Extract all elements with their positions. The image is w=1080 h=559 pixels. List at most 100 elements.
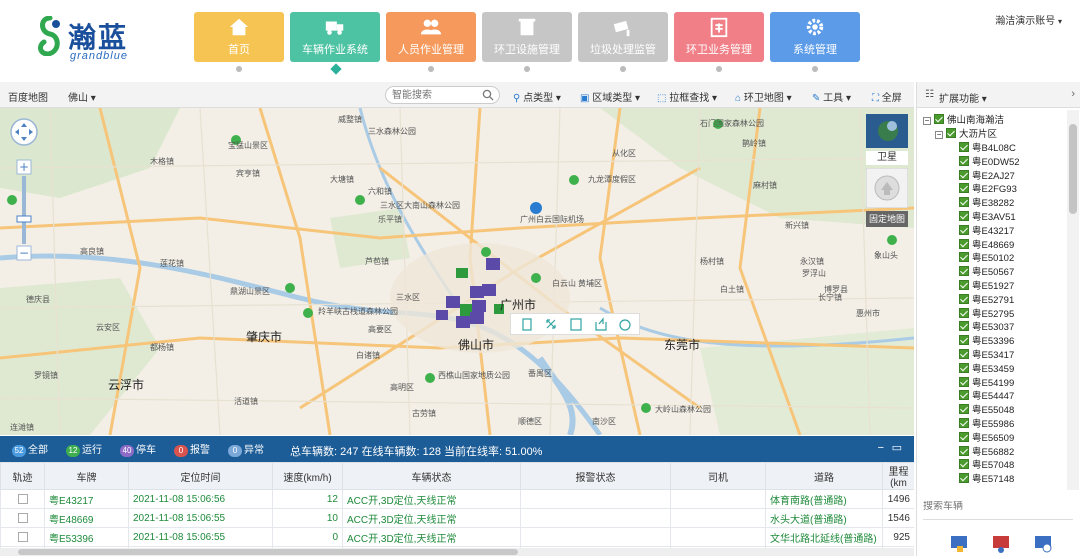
tree-vehicle-item[interactable]: 粤E52795: [959, 306, 1014, 320]
tree-vehicle-item[interactable]: 粤E53417: [959, 347, 1014, 361]
collapse-toggle-icon[interactable]: −: [923, 117, 931, 125]
env-map-menu[interactable]: ⌂ 环卫地图 ▾: [735, 89, 792, 104]
tree-vehicle-item[interactable]: 粤E2AJ27: [959, 168, 1015, 182]
account-menu[interactable]: 瀚洁演示账号 ▾: [995, 12, 1062, 27]
tree-vehicle-item[interactable]: 粤E50567: [959, 264, 1014, 278]
tree-checkbox[interactable]: [959, 362, 969, 373]
table-row[interactable]: 粤E48669 2021-11-08 15:06:55 10 ACC开,3D定位,天线…: [0, 508, 914, 528]
tree-checkbox[interactable]: [959, 404, 969, 415]
pan-control[interactable]: [10, 118, 38, 146]
table-header[interactable]: 报警状态: [520, 462, 671, 490]
grandblue-logo[interactable]: 瀚蓝 grandblue: [36, 14, 146, 64]
truck-alert-icon[interactable]: [1035, 536, 1052, 553]
tree-vehicle-item[interactable]: 粤E43217: [959, 223, 1014, 237]
tree-checkbox[interactable]: [959, 335, 969, 346]
satellite-toggle[interactable]: 卫星: [866, 114, 908, 165]
tree-scrollbar[interactable]: [1067, 110, 1079, 490]
tree-vehicle-item[interactable]: 粤E53459: [959, 361, 1014, 375]
tree-vehicle-item[interactable]: 粤B4L08C: [959, 140, 1016, 154]
table-header[interactable]: 轨迹: [0, 462, 45, 490]
tree-vehicle-item[interactable]: 粤E50102: [959, 250, 1014, 264]
tree-vehicle-item[interactable]: 粤E54199: [959, 375, 1014, 389]
box-search-menu[interactable]: ⬚ 拉框查找 ▾: [657, 89, 717, 104]
tree-vehicle-item[interactable]: 粤E57048: [959, 457, 1014, 471]
fixed-map-toggle[interactable]: 固定地图: [865, 167, 909, 227]
tree-checkbox[interactable]: [959, 169, 969, 180]
tree-checkbox[interactable]: [959, 445, 969, 456]
tree-checkbox[interactable]: [959, 238, 969, 249]
tree-checkbox[interactable]: [959, 142, 969, 152]
map-search-input[interactable]: [392, 87, 482, 103]
table-header[interactable]: 道路: [765, 462, 883, 490]
share-icon[interactable]: [595, 317, 607, 331]
status-tab-4[interactable]: 0 报警: [174, 441, 210, 457]
nav-item-1[interactable]: 首页: [194, 12, 284, 62]
vehicle-search-input[interactable]: [923, 501, 1053, 512]
region-select[interactable]: 佛山 ▾: [68, 89, 96, 104]
tree-checkbox[interactable]: [959, 197, 969, 208]
zoom-slider[interactable]: [16, 215, 32, 223]
document-icon[interactable]: [570, 318, 582, 331]
tree-vehicle-item[interactable]: 粤E48669: [959, 237, 1014, 251]
tree-vehicle-item[interactable]: 粤E2FG93: [959, 181, 1017, 195]
expand-icon[interactable]: [546, 319, 556, 329]
tree-checkbox[interactable]: [959, 321, 969, 332]
table-row[interactable]: 粤E53396 2021-11-08 15:06:55 0 ACC开,3D定位,天线正…: [0, 527, 914, 547]
status-tab-5[interactable]: 0 异常: [228, 441, 264, 457]
collapse-toggle-icon[interactable]: −: [935, 131, 943, 139]
red-truck-icon[interactable]: [993, 536, 1009, 553]
area-type-menu[interactable]: ▣ 区域类型 ▾: [580, 89, 640, 104]
tree-vehicle-item[interactable]: 粤E54447: [959, 388, 1014, 402]
tree-checkbox[interactable]: [959, 266, 969, 277]
map-canvas[interactable]: 威整镇 三水森林公园 宝猛山景区 木格镇 宾亨镇 大塘镇 六和镇 三水区大南山森林公园 乐平镇广…: [0, 108, 914, 435]
maximize-icon[interactable]: ▭: [892, 441, 902, 454]
nav-item-4[interactable]: 环卫设施管理: [482, 12, 572, 62]
tree-checkbox[interactable]: [934, 114, 944, 124]
point-type-menu[interactable]: ⚲ 点类型 ▾: [513, 89, 561, 104]
nav-item-5[interactable]: 垃圾处理监管: [578, 12, 668, 62]
table-header[interactable]: 车牌: [44, 462, 129, 490]
tree-checkbox[interactable]: [959, 183, 969, 194]
fullscreen-button[interactable]: ⛶ 全屏: [872, 89, 902, 104]
table-header[interactable]: 里程(km: [882, 462, 914, 490]
table-header[interactable]: 定位时间: [128, 462, 273, 490]
tree-checkbox[interactable]: [959, 293, 969, 304]
tree-checkbox[interactable]: [959, 418, 969, 428]
track-checkbox[interactable]: [17, 512, 28, 523]
nav-item-3[interactable]: 人员作业管理: [386, 12, 476, 62]
extension-header[interactable]: ☷ 扩展功能 ▾ ›: [917, 82, 1080, 108]
tree-checkbox[interactable]: [959, 390, 969, 401]
collapse-icon[interactable]: ›: [1071, 88, 1075, 100]
tools-menu[interactable]: ✎ 工具 ▾: [812, 89, 851, 104]
table-row[interactable]: 粤E43217 2021-11-08 15:06:56 12 ACC开,3D定位,天线…: [0, 489, 914, 509]
tree-group[interactable]: − 大沥片区: [935, 126, 997, 140]
tree-checkbox[interactable]: [959, 307, 969, 318]
status-tab-1[interactable]: 52 全部: [12, 441, 48, 457]
tree-checkbox[interactable]: [959, 155, 969, 166]
tree-vehicle-item[interactable]: 粤E56882: [959, 444, 1014, 458]
minimize-icon[interactable]: −: [878, 442, 884, 454]
tree-checkbox[interactable]: [959, 459, 969, 470]
blue-truck-icon[interactable]: [951, 536, 967, 552]
search-icon[interactable]: [482, 89, 494, 101]
tree-checkbox[interactable]: [946, 128, 956, 138]
status-tab-3[interactable]: 40 停车: [120, 441, 156, 457]
table-header[interactable]: 司机: [670, 462, 766, 490]
tree-checkbox[interactable]: [959, 431, 969, 442]
status-tab-2[interactable]: 12 运行: [66, 441, 102, 457]
nav-item-2[interactable]: 车辆作业系统: [290, 12, 380, 62]
tree-vehicle-item[interactable]: 粤E55048: [959, 402, 1014, 416]
tree-vehicle-item[interactable]: 粤E55986: [959, 416, 1014, 430]
tree-checkbox[interactable]: [959, 211, 969, 221]
tree-vehicle-item[interactable]: 粤E38282: [959, 195, 1014, 209]
nav-item-6[interactable]: 环卫业务管理: [674, 12, 764, 62]
tree-vehicle-item[interactable]: 粤E51927: [959, 278, 1014, 292]
table-header[interactable]: 速度(km/h): [272, 462, 343, 490]
track-checkbox[interactable]: [17, 531, 28, 542]
tree-vehicle-item[interactable]: 粤E53396: [959, 333, 1014, 347]
tree-vehicle-item[interactable]: 粤E52791: [959, 292, 1014, 306]
tree-vehicle-item[interactable]: 粤E57148: [959, 471, 1014, 485]
tree-vehicle-item[interactable]: 粤E53037: [959, 319, 1014, 333]
tree-checkbox[interactable]: [959, 473, 969, 484]
tree-checkbox[interactable]: [959, 280, 969, 290]
